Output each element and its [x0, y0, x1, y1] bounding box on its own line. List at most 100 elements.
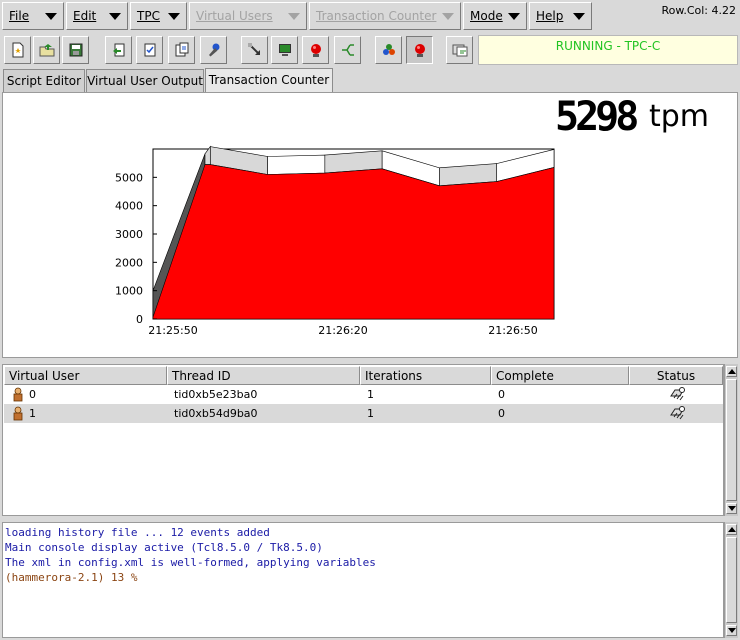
tab-transaction-counter[interactable]: Transaction Counter: [205, 68, 333, 93]
virtual-users-button[interactable]: [375, 36, 402, 64]
tab-transaction-counter-label: Transaction Counter: [208, 73, 330, 87]
complete: 0: [498, 407, 505, 420]
user-icon: [12, 406, 24, 427]
table-row[interactable]: 1 tid0xb54d9ba0 1 0: [4, 404, 723, 423]
menu-tpc-label: TPC: [137, 9, 160, 23]
y-tick-label: 2000: [115, 256, 143, 269]
transaction-counter-panel: 5298 tpm 0 1000 2000 3000 4000 5000 21:25:50 21…: [2, 92, 738, 358]
run-arrow-icon: [248, 43, 260, 55]
save-icon: [69, 43, 83, 57]
route-button[interactable]: [334, 36, 361, 64]
row-col-indicator: Row.Col: 4.22: [661, 4, 736, 17]
refresh-icon: [452, 44, 468, 57]
console-output[interactable]: loading history file ... 12 events added…: [2, 522, 724, 638]
terminal-icon: [279, 44, 291, 56]
menu-tpc[interactable]: TPC: [130, 2, 187, 30]
console-scrollbar[interactable]: [724, 522, 738, 638]
open-folder-icon: [39, 44, 55, 57]
complete: 0: [498, 388, 505, 401]
table-row[interactable]: 0 tid0xb5e23ba0 1 0: [4, 385, 723, 404]
iterations: 1: [367, 407, 374, 420]
refresh-button[interactable]: [446, 36, 473, 64]
edit-options-icon: [175, 42, 189, 57]
scroll-thumb[interactable]: [726, 537, 737, 623]
y-tick-label: 3000: [115, 228, 143, 241]
chevron-down-icon: [573, 13, 585, 20]
menu-edit-label: Edit: [73, 9, 97, 23]
col-header-iterations[interactable]: Iterations: [360, 366, 491, 385]
save-button[interactable]: [62, 36, 89, 64]
y-tick-label: 5000: [115, 171, 143, 184]
open-button[interactable]: [33, 36, 60, 64]
stop-light-icon: [311, 44, 321, 57]
x-tick-label: 21:25:50: [148, 324, 197, 337]
menu-file-label: File: [9, 9, 30, 23]
col-header-status[interactable]: Status: [629, 366, 723, 385]
terminal-button[interactable]: [271, 36, 298, 64]
transaction-counter-button[interactable]: [406, 36, 433, 64]
chart-top-strip: [267, 154, 326, 175]
chart-area-series: [152, 164, 555, 320]
load-script-button[interactable]: [105, 36, 132, 64]
scroll-up-arrow[interactable]: [726, 366, 737, 377]
new-file-icon: [12, 42, 24, 58]
tab-script-editor-label: Script Editor: [6, 74, 82, 88]
transaction-chart: 0 1000 2000 3000 4000 5000 21:25:50 21:26:20 21:…: [115, 145, 555, 337]
thread-id: tid0xb5e23ba0: [174, 388, 258, 401]
scroll-thumb[interactable]: [726, 379, 737, 501]
menu-virtual-users[interactable]: Virtual Users: [189, 2, 307, 30]
menu-help-label: Help: [536, 9, 564, 23]
col-header-virtual-user[interactable]: Virtual User: [4, 366, 167, 385]
chevron-down-icon: [288, 13, 300, 20]
chevron-down-icon: [442, 13, 454, 20]
load-script-icon: [113, 43, 125, 57]
route-icon: [342, 44, 354, 56]
x-tick-label: 21:26:20: [318, 324, 367, 337]
y-tick-label: 1000: [115, 285, 143, 298]
chevron-down-icon: [109, 13, 121, 20]
console-prompt: (hammerora-2.1) 13 %: [5, 571, 138, 584]
build-schema-button[interactable]: [136, 36, 163, 64]
configure-button[interactable]: [200, 36, 227, 64]
tab-virtual-user-output[interactable]: Virtual User Output: [86, 69, 204, 92]
virtual-user-table: Virtual User Thread ID Iterations Comple…: [2, 364, 724, 516]
virtual-user-id: 0: [29, 388, 36, 401]
new-file-button[interactable]: [4, 36, 31, 64]
build-schema-icon: [144, 43, 156, 57]
menu-mode-label: Mode: [470, 9, 503, 23]
scroll-down-arrow[interactable]: [726, 625, 737, 636]
console-line: Main console display active (Tcl8.5.0 / …: [5, 541, 323, 554]
table-scrollbar[interactable]: [724, 364, 738, 516]
status-indicator: RUNNING - TPC-C: [478, 35, 738, 65]
tab-script-editor[interactable]: Script Editor: [3, 69, 85, 92]
chevron-down-icon: [45, 13, 57, 20]
menu-edit[interactable]: Edit: [66, 2, 128, 30]
virtual-user-id: 1: [29, 407, 36, 420]
console-line: The xml in config.xml is well-formed, ap…: [5, 556, 376, 569]
status-text: RUNNING - TPC-C: [555, 39, 661, 53]
scroll-up-arrow[interactable]: [726, 524, 737, 535]
users-icon: [383, 44, 395, 55]
scroll-down-arrow[interactable]: [726, 503, 737, 514]
menu-file[interactable]: File: [2, 2, 64, 30]
menu-transaction-counter[interactable]: Transaction Counter: [309, 2, 461, 30]
y-tick-label: 0: [136, 313, 143, 326]
col-header-complete[interactable]: Complete: [491, 366, 629, 385]
running-icon: [669, 405, 687, 427]
iterations: 1: [367, 388, 374, 401]
menu-transaction-counter-label: Transaction Counter: [316, 9, 437, 23]
thread-id: tid0xb54d9ba0: [174, 407, 258, 420]
counter-icon: [415, 44, 425, 57]
x-tick-label: 21:26:50: [488, 324, 537, 337]
col-header-thread-id[interactable]: Thread ID: [167, 366, 360, 385]
stop-button[interactable]: [302, 36, 329, 64]
console-line: loading history file ... 12 events added: [5, 526, 270, 539]
tab-virtual-user-output-label: Virtual User Output: [87, 74, 203, 88]
edit-options-button[interactable]: [168, 36, 195, 64]
chevron-down-icon: [508, 13, 520, 20]
chevron-down-icon: [168, 13, 180, 20]
menu-help[interactable]: Help: [529, 2, 592, 30]
run-button[interactable]: [241, 36, 268, 64]
menu-mode[interactable]: Mode: [463, 2, 527, 30]
wrench-icon: [209, 43, 220, 57]
